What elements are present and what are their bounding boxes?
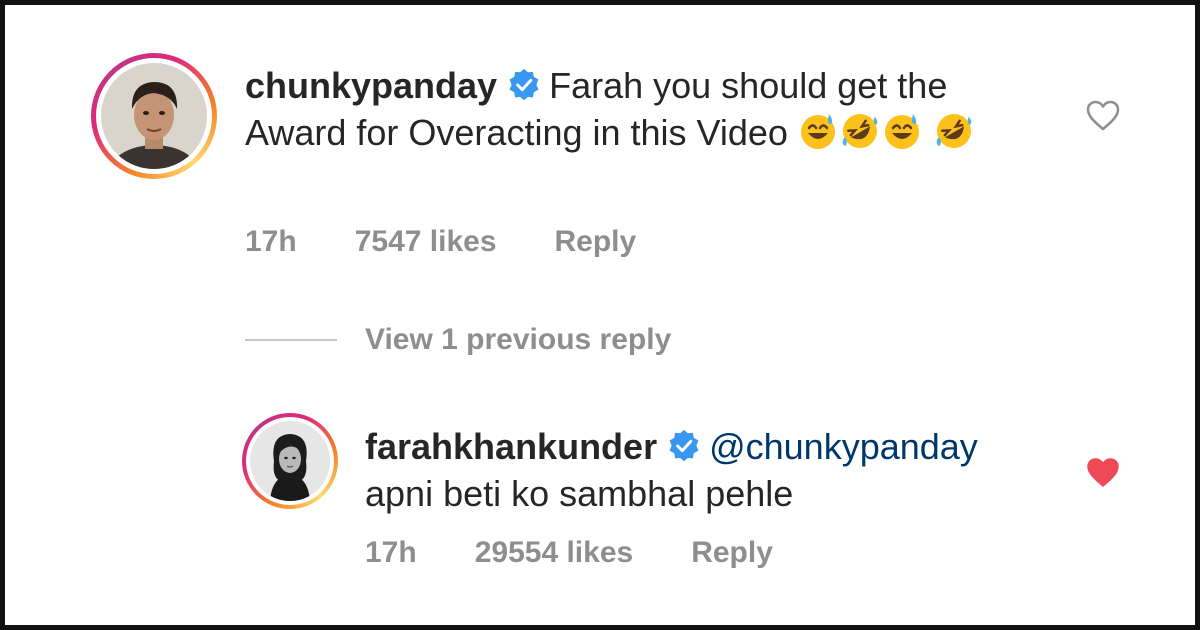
reply-button[interactable]: Reply xyxy=(691,536,773,570)
avatar-farahkhankunder[interactable] xyxy=(242,413,338,509)
like-heart-icon[interactable] xyxy=(1086,100,1120,131)
mention-link[interactable]: @chunkypanday xyxy=(709,426,978,467)
reply-meta: 17h 29554 likes Reply xyxy=(365,536,773,570)
username[interactable]: chunkypanday xyxy=(245,65,497,106)
reply-text: apni beti ko sambhal pehle xyxy=(365,473,794,514)
rofl-emoji-icon xyxy=(936,114,972,148)
reply-body: farahkhankunder @chunkypanday apni beti … xyxy=(365,423,1065,517)
profile-photo xyxy=(101,63,207,169)
comment-body: chunkypanday Farah you should get the Aw… xyxy=(245,62,1045,156)
verified-badge-icon xyxy=(669,429,699,462)
view-replies-label: View 1 previous reply xyxy=(365,323,672,356)
sweat-smile-emoji-icon xyxy=(884,114,919,149)
view-previous-replies-button[interactable]: View 1 previous reply xyxy=(245,323,671,357)
likes-count[interactable]: 29554 likes xyxy=(475,536,633,570)
username[interactable]: farahkhankunder xyxy=(365,426,657,467)
profile-photo xyxy=(250,421,330,501)
comment-time: 17h xyxy=(365,536,417,569)
rofl-emoji-icon xyxy=(842,114,878,148)
replies-divider xyxy=(245,339,337,341)
verified-badge-icon xyxy=(509,68,539,101)
comment-time: 17h xyxy=(245,225,297,258)
comment-meta: 17h 7547 likes Reply xyxy=(245,225,636,259)
likes-count[interactable]: 7547 likes xyxy=(355,225,497,259)
comments-panel: chunkypanday Farah you should get the Aw… xyxy=(0,0,1200,630)
reply-button[interactable]: Reply xyxy=(555,225,637,259)
avatar-chunkypanday[interactable] xyxy=(91,53,217,179)
sweat-smile-emoji-icon xyxy=(800,114,835,149)
liked-heart-icon[interactable] xyxy=(1086,457,1120,488)
